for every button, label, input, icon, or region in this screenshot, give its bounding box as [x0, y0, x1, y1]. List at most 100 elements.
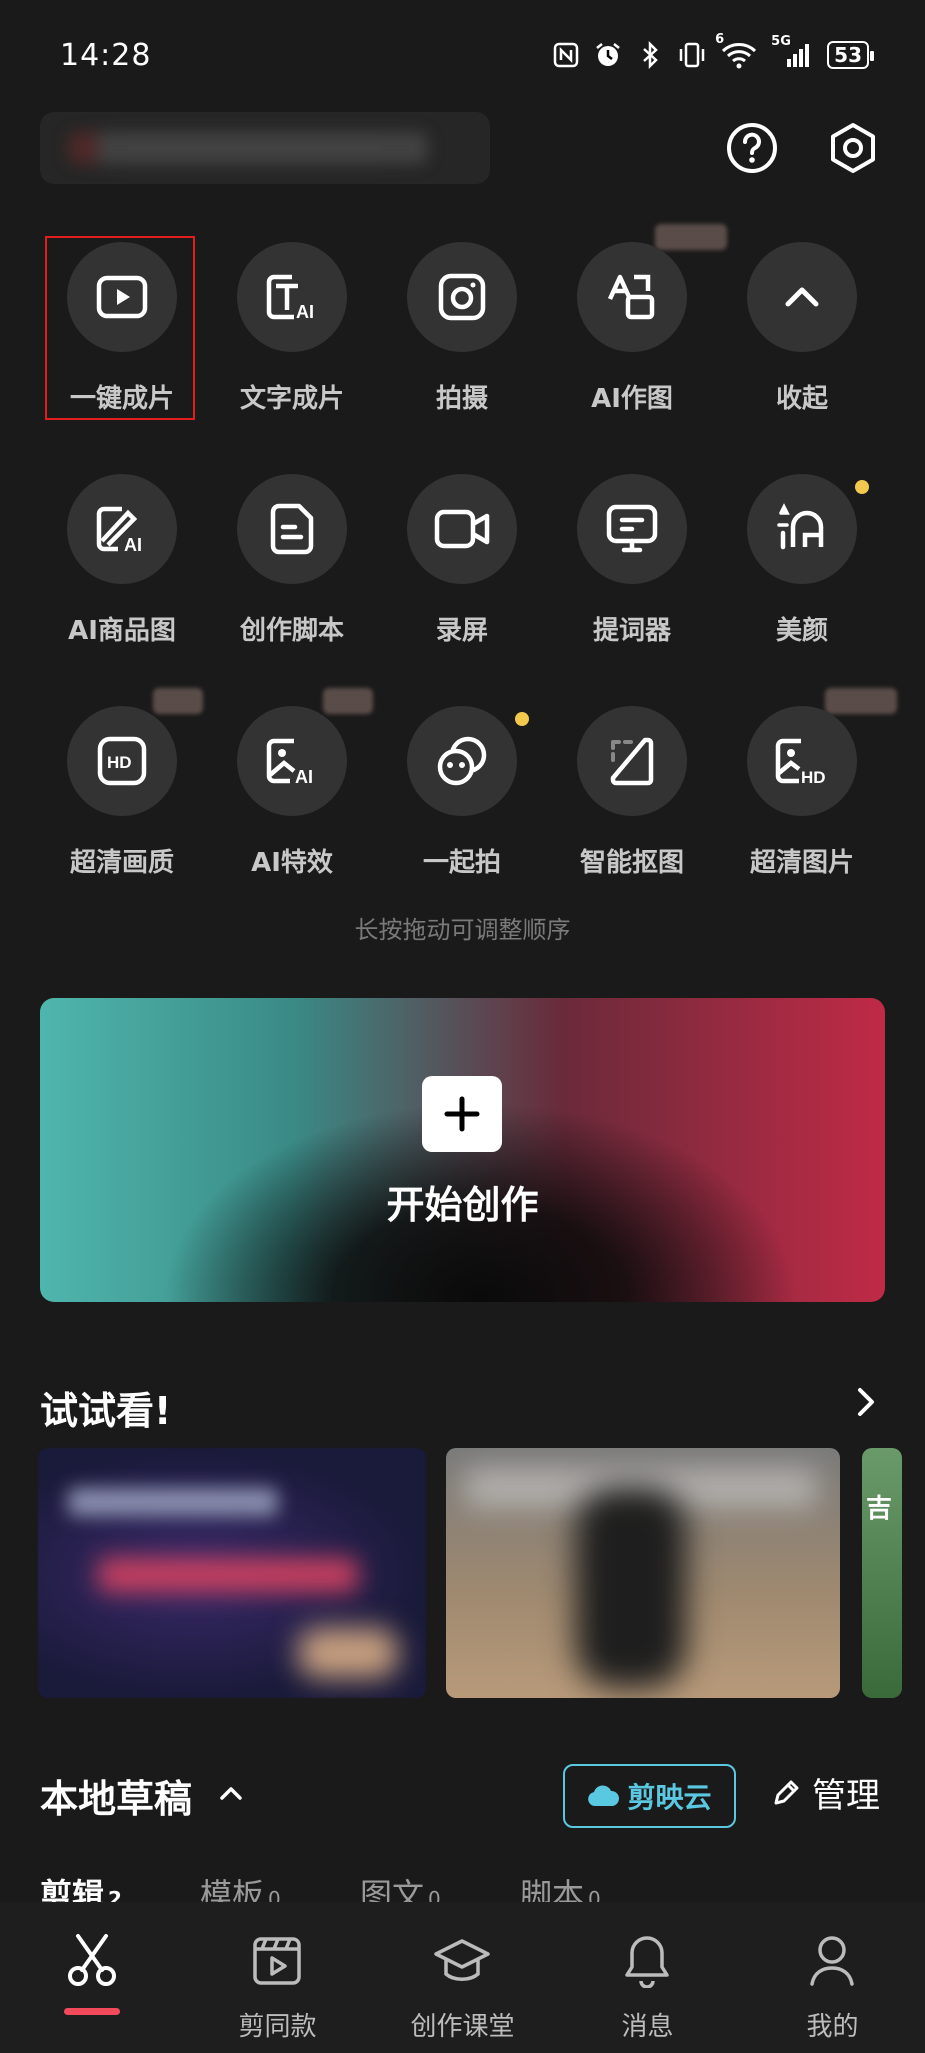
tool-icon-bg: AI [67, 474, 177, 584]
cloud-icon [588, 1785, 620, 1806]
tool-icon-bg [407, 706, 517, 816]
tool-creation-script[interactable]: 创作脚本 [207, 474, 377, 664]
manage-button[interactable]: 管理 [770, 1768, 880, 1817]
tool-beauty[interactable]: 美颜 [717, 474, 887, 664]
settings-button[interactable] [823, 118, 883, 178]
edit-pencil-icon [774, 1780, 799, 1804]
hd-icon: HD [97, 736, 147, 786]
tool-ai-effects[interactable]: AI AI特效 [207, 688, 377, 896]
wifi-icon: 6 [715, 32, 759, 70]
ai-effect-icon: AI [266, 738, 313, 787]
record-screen-icon [434, 509, 490, 549]
nav-template[interactable]: 剪同款 [185, 1902, 370, 2053]
start-creation-banner[interactable]: 开始创作 [40, 998, 885, 1302]
tool-icon-bg [747, 474, 857, 584]
shoot-together-icon [437, 736, 487, 786]
tool-label: AI特效 [251, 848, 333, 878]
tool-label: 收起 [775, 384, 828, 414]
new-badge-dot [515, 712, 529, 726]
text-ai-icon: AI [266, 274, 314, 322]
graduation-cap-icon [432, 1930, 492, 1990]
tool-icon-bg [237, 474, 347, 584]
tool-hd-quality[interactable]: HD 超清画质 [37, 688, 207, 896]
tool-label: 文字成片 [239, 384, 344, 414]
tool-label: 超清画质 [69, 848, 174, 878]
tool-ai-product-image[interactable]: AI AI商品图 [37, 474, 207, 664]
nfc-icon [551, 40, 581, 70]
chevron-right-icon[interactable] [848, 1384, 884, 1420]
tool-badge [323, 688, 373, 714]
nav-label: 我的 [806, 2012, 859, 2042]
try-card-2[interactable] [446, 1448, 840, 1698]
tool-screen-record[interactable]: 录屏 [377, 474, 547, 664]
ai-product-icon: AI [96, 506, 142, 555]
battery-indicator: 53 [827, 41, 874, 69]
active-tab-indicator [64, 2008, 120, 2015]
hd-image-icon: HD [775, 738, 826, 787]
try-card-1[interactable] [38, 1448, 426, 1698]
tool-text-to-video[interactable]: AI 文字成片 [207, 242, 377, 432]
tool-shoot-together[interactable]: 一起拍 [377, 706, 547, 896]
status-time: 14:28 [60, 38, 152, 73]
tool-label: AI作图 [591, 384, 673, 414]
tool-badge [825, 688, 897, 714]
hexagon-settings-icon [831, 123, 875, 173]
chevron-up-icon[interactable] [216, 1778, 246, 1808]
tool-icon-bg [747, 242, 857, 352]
new-badge-dot [855, 480, 869, 494]
tool-icon-bg: HD [67, 706, 177, 816]
tool-icon-bg [577, 242, 687, 352]
camera-icon [438, 273, 486, 321]
cloud-button[interactable]: 剪映云 [563, 1764, 736, 1828]
ai-draw-icon [607, 274, 655, 320]
cutout-icon [610, 737, 654, 786]
tool-label: 提词器 [592, 616, 671, 646]
account-search-box[interactable] [40, 112, 490, 184]
tool-icon-bg [577, 706, 687, 816]
signal-icon: 5G [771, 34, 815, 70]
tool-hd-image[interactable]: HD 超清图片 [717, 688, 897, 896]
try-section-title: 试试看! [40, 1389, 172, 1433]
nav-label: 创作课堂 [410, 2012, 515, 2042]
status-icons: 6 5G 53 [551, 32, 874, 70]
bluetooth-icon [635, 40, 665, 70]
tool-ai-draw[interactable]: AI作图 [547, 224, 727, 432]
drafts-title[interactable]: 本地草稿 [40, 1768, 192, 1823]
clapper-icon [247, 1930, 307, 1990]
teleprompter-icon [606, 504, 658, 553]
script-icon [270, 503, 314, 555]
tool-teleprompter[interactable]: 提词器 [547, 474, 717, 664]
nav-label: 剪同款 [238, 2012, 317, 2042]
tool-label: 创作脚本 [239, 616, 344, 646]
manage-label: 管理 [812, 1776, 880, 1816]
svg-text:AI: AI [295, 767, 313, 787]
nav-classroom[interactable]: 创作课堂 [370, 1902, 555, 2053]
try-card-3[interactable]: 吉 [862, 1448, 902, 1698]
blurred-account-info [68, 132, 428, 164]
blurred-content [68, 1488, 278, 1516]
tool-collapse[interactable]: 收起 [717, 242, 887, 432]
beauty-icon [777, 503, 824, 550]
help-button[interactable] [722, 118, 782, 178]
tool-icon-bg: HD [747, 706, 857, 816]
tool-shoot[interactable]: 拍摄 [377, 242, 547, 432]
nav-profile[interactable]: 我的 [740, 1902, 925, 2053]
tool-badge [153, 688, 203, 714]
nav-edit[interactable] [0, 1902, 185, 2053]
tool-label: 拍摄 [435, 384, 488, 414]
tool-label: AI商品图 [68, 616, 176, 646]
tool-smart-cutout[interactable]: 智能抠图 [547, 706, 717, 896]
nav-label: 消息 [621, 2012, 674, 2042]
tool-label: 美颜 [775, 616, 828, 646]
tool-icon-bg [577, 474, 687, 584]
tool-label: 录屏 [435, 616, 488, 646]
svg-text:AI: AI [296, 302, 314, 322]
tool-label: 智能抠图 [579, 848, 684, 878]
tool-icon-bg: AI [237, 242, 347, 352]
reorder-hint: 长按拖动可调整顺序 [354, 916, 571, 944]
svg-text:HD: HD [801, 768, 826, 787]
tool-icon-bg: AI [237, 706, 347, 816]
blurred-content [98, 1558, 358, 1592]
alarm-icon [593, 40, 623, 70]
nav-messages[interactable]: 消息 [555, 1902, 740, 2053]
